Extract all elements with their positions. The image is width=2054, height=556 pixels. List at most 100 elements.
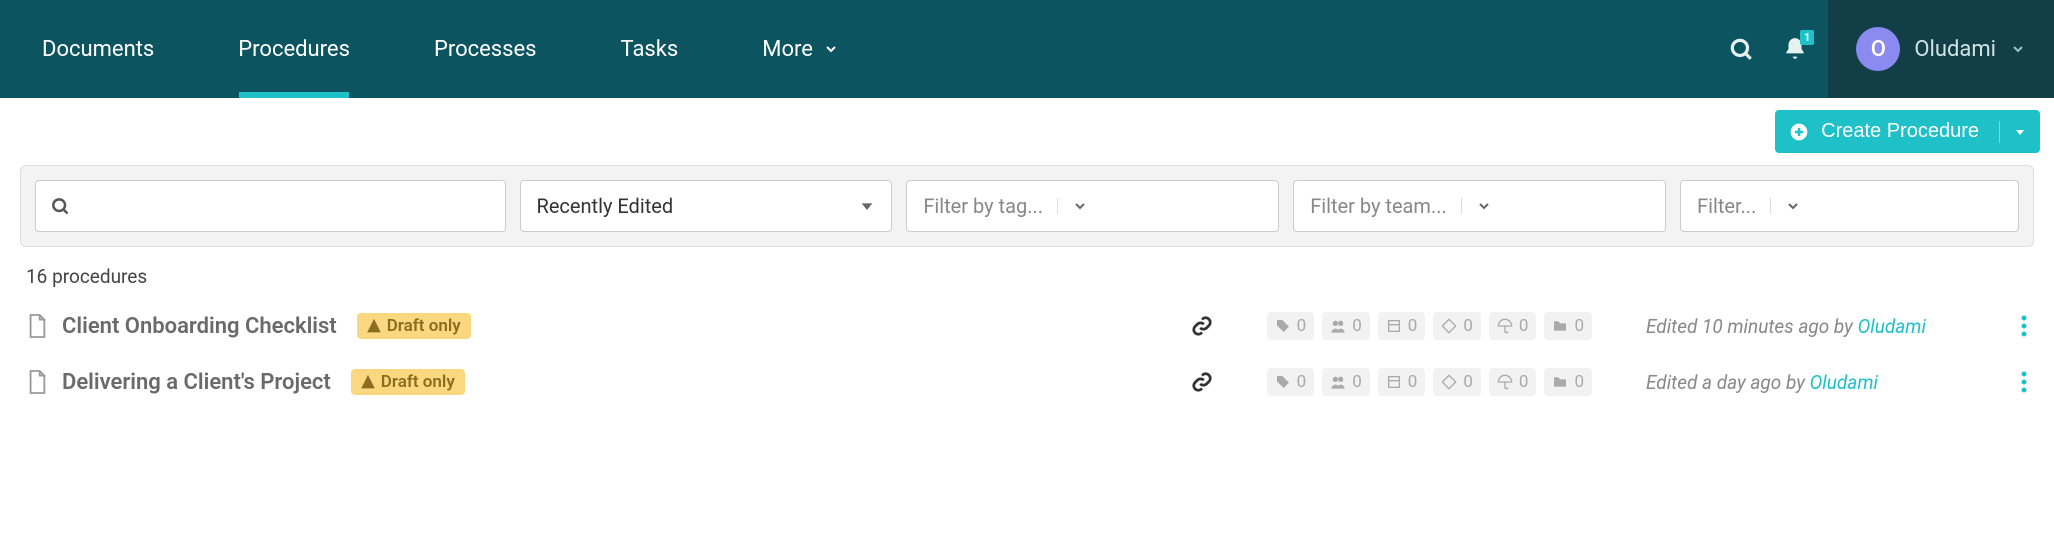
search-icon (50, 196, 70, 216)
stat-value: 0 (1352, 372, 1362, 392)
stat-users: 0 (1322, 368, 1370, 396)
tab-label: Documents (42, 37, 154, 62)
draft-badge: Draft only (357, 313, 471, 339)
caret-down-icon (2014, 126, 2026, 138)
stat-folder: 0 (1544, 312, 1592, 340)
notification-badge: 1 (1800, 30, 1814, 45)
avatar: O (1856, 27, 1900, 71)
stat-value: 0 (1463, 316, 1473, 336)
filter-tag-select[interactable]: Filter by tag... (906, 180, 1279, 232)
filter-generic-select[interactable]: Filter... (1680, 180, 2019, 232)
search-icon[interactable] (1728, 36, 1754, 62)
tab-processes[interactable]: Processes (392, 0, 579, 98)
avatar-initial: O (1871, 37, 1886, 62)
chevron-down-icon (859, 198, 875, 214)
item-stats: 0 0 0 0 0 0 (1267, 312, 1592, 340)
stat-value: 0 (1519, 316, 1529, 336)
tab-label: Tasks (621, 37, 679, 62)
filter-team-placeholder: Filter by team... (1310, 194, 1447, 218)
chevron-down-icon (1057, 198, 1088, 214)
plus-circle-icon (1789, 122, 1809, 142)
sort-select[interactable]: Recently Edited (520, 180, 893, 232)
edited-user-link[interactable]: Oludami (1810, 371, 1878, 394)
tab-tasks[interactable]: Tasks (579, 0, 721, 98)
list-item[interactable]: Client Onboarding Checklist Draft only 0… (26, 298, 2028, 354)
chevron-down-icon (823, 41, 839, 57)
stat-value: 0 (1574, 372, 1584, 392)
stat-tag: 0 (1267, 312, 1315, 340)
search-input-wrap[interactable] (35, 180, 506, 232)
item-title: Client Onboarding Checklist (62, 314, 337, 339)
tab-label: More (762, 37, 813, 62)
filter-wrap: Recently Edited Filter by tag... Filter … (0, 165, 2054, 247)
stat-folder: 0 (1544, 368, 1592, 396)
diamond-icon (1441, 374, 1457, 390)
warning-icon (361, 375, 375, 389)
stat-value: 0 (1574, 316, 1584, 336)
tab-label: Procedures (238, 37, 350, 62)
stat-value: 0 (1297, 372, 1307, 392)
user-name: Oludami (1914, 37, 1996, 62)
tab-more[interactable]: More (720, 0, 881, 98)
top-nav: Documents Procedures Processes Tasks Mor… (0, 0, 2054, 98)
draft-badge: Draft only (351, 369, 465, 395)
nav-icon-group: 1 (1728, 0, 1828, 98)
list-item[interactable]: Delivering a Client's Project Draft only… (26, 354, 2028, 410)
chevron-down-icon (1770, 198, 1801, 214)
tab-procedures[interactable]: Procedures (196, 0, 392, 98)
umbrella-icon (1497, 318, 1513, 334)
procedures-list: Client Onboarding Checklist Draft only 0… (0, 298, 2054, 410)
filter-team-select[interactable]: Filter by team... (1293, 180, 1666, 232)
results-count: 16 procedures (0, 247, 2054, 298)
stat-value: 0 (1408, 372, 1418, 392)
filter-generic-placeholder: Filter... (1697, 194, 1756, 218)
stat-tag: 0 (1267, 368, 1315, 396)
chevron-down-icon (1461, 198, 1492, 214)
stat-value: 0 (1463, 372, 1473, 392)
row-more-button[interactable] (2020, 370, 2028, 394)
stat-value: 0 (1297, 316, 1307, 336)
users-icon (1330, 318, 1346, 334)
filter-tag-placeholder: Filter by tag... (923, 194, 1043, 218)
users-icon (1330, 374, 1346, 390)
item-stats: 0 0 0 0 0 0 (1267, 368, 1592, 396)
stat-value: 0 (1352, 316, 1362, 336)
tab-label: Processes (434, 37, 537, 62)
user-menu[interactable]: O Oludami (1828, 0, 2054, 98)
badge-label: Draft only (387, 316, 461, 336)
link-icon[interactable] (1191, 315, 1213, 337)
tag-icon (1275, 318, 1291, 334)
row-more-button[interactable] (2020, 314, 2028, 338)
diamond-icon (1441, 318, 1457, 334)
edited-prefix: Edited a day ago by (1646, 371, 1810, 394)
edited-user-link[interactable]: Oludami (1858, 315, 1926, 338)
umbrella-icon (1497, 374, 1513, 390)
filter-bar: Recently Edited Filter by tag... Filter … (20, 165, 2034, 247)
stat-diamond: 0 (1433, 312, 1481, 340)
folder-icon (1552, 318, 1568, 334)
button-divider (1999, 121, 2000, 143)
tag-icon (1275, 374, 1291, 390)
link-icon[interactable] (1191, 371, 1213, 393)
nav-tabs: Documents Procedures Processes Tasks Mor… (0, 0, 1728, 98)
stat-value: 0 (1519, 372, 1529, 392)
folder-icon (1552, 374, 1568, 390)
create-procedure-button[interactable]: Create Procedure (1775, 110, 2040, 153)
search-input[interactable] (80, 195, 491, 218)
sort-value: Recently Edited (537, 194, 674, 218)
edited-info: Edited a day ago by Oludami (1646, 371, 1976, 394)
notifications-icon[interactable]: 1 (1782, 36, 1808, 62)
badge-label: Draft only (381, 372, 455, 392)
stat-box: 0 (1378, 368, 1426, 396)
create-button-label: Create Procedure (1821, 120, 1979, 143)
tab-documents[interactable]: Documents (0, 0, 196, 98)
edited-info: Edited 10 minutes ago by Oludami (1646, 315, 1976, 338)
stat-box: 0 (1378, 312, 1426, 340)
box-icon (1386, 374, 1402, 390)
stat-umbrella: 0 (1489, 312, 1537, 340)
action-bar: Create Procedure (0, 98, 2054, 165)
item-title: Delivering a Client's Project (62, 370, 331, 395)
chevron-down-icon (2010, 41, 2026, 57)
stat-umbrella: 0 (1489, 368, 1537, 396)
document-icon (26, 369, 48, 395)
